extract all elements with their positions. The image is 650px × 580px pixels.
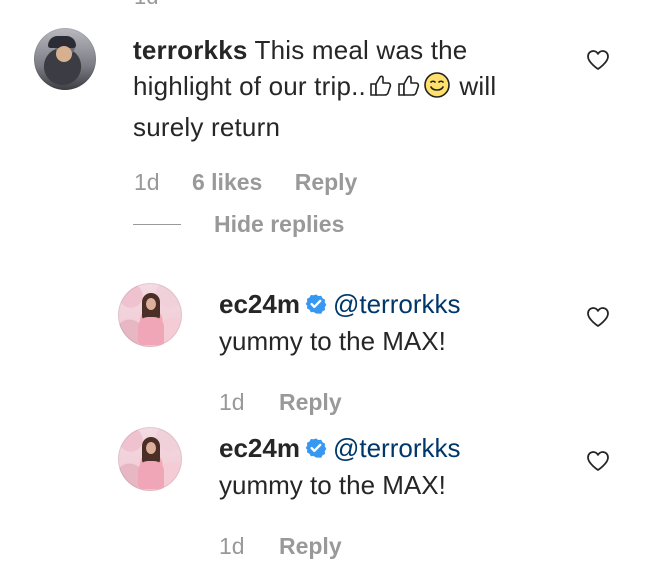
avatar-face (146, 298, 156, 310)
reply-text: yummy to the MAX! (219, 326, 446, 356)
avatar-dress (138, 317, 164, 345)
reply-text: yummy to the MAX! (219, 470, 446, 500)
thumbs-up-icon (366, 72, 394, 109)
avatar[interactable] (118, 427, 182, 491)
comment-text-line-1: This meal was the (254, 35, 468, 65)
reply-username[interactable]: ec24m (219, 433, 300, 463)
hide-replies-divider (133, 224, 181, 225)
heart-icon[interactable] (585, 305, 611, 329)
avatar-face (146, 442, 156, 454)
avatar[interactable] (118, 283, 182, 347)
avatar-dress (138, 461, 164, 489)
verified-badge-icon (305, 433, 327, 467)
comment-body: terrorkks This meal was the highlight of… (133, 32, 523, 145)
verified-badge-icon (305, 289, 327, 323)
comment-username[interactable]: terrorkks (133, 35, 248, 65)
avatar-face (56, 46, 72, 62)
reply-meta: 1d Reply (219, 532, 342, 560)
reply-header: ec24m @terrorkks (219, 287, 460, 323)
comment-text-line-2: highlight of our trip.. (133, 71, 366, 101)
comment-text-line-2b: will (459, 71, 497, 101)
reply-time: 1d (219, 389, 245, 415)
comment-time: 1d (134, 169, 160, 195)
reply-button[interactable]: Reply (279, 389, 342, 415)
smile-icon (422, 70, 452, 109)
avatar[interactable] (34, 28, 96, 90)
heart-icon[interactable] (585, 48, 611, 72)
comment-likes[interactable]: 6 likes (192, 169, 262, 195)
comment-reply-button[interactable]: Reply (295, 169, 358, 195)
hide-replies-button[interactable]: Hide replies (214, 210, 344, 238)
reply-header: ec24m @terrorkks (219, 431, 460, 467)
reply-meta: 1d Reply (219, 388, 342, 416)
reply-username[interactable]: ec24m (219, 289, 300, 319)
reply-button[interactable]: Reply (279, 533, 342, 559)
thumbs-up-icon (394, 72, 422, 109)
reply-mention-link[interactable]: @terrorkks (333, 433, 461, 463)
reply-time: 1d (219, 533, 245, 559)
reply-mention-link[interactable]: @terrorkks (333, 289, 461, 319)
comment-meta: 1d 6 likes Reply (134, 168, 394, 196)
comment-text-line-3: surely return (133, 112, 281, 142)
previous-comment-timestamp: 1d (134, 0, 158, 8)
heart-icon[interactable] (585, 449, 611, 473)
